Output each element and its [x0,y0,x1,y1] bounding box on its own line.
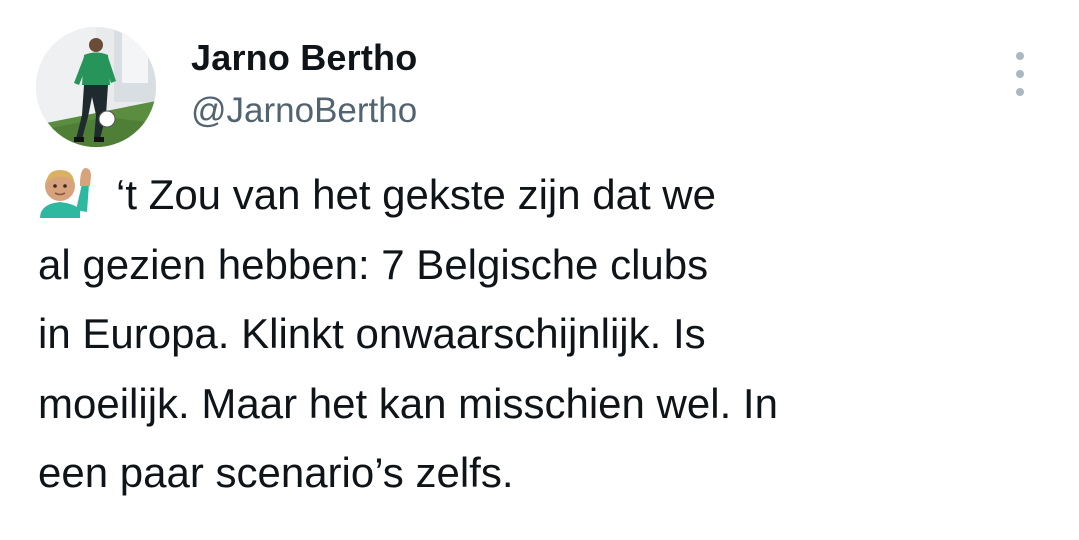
tweet-text-line-5: een paar scenario’s zelfs. [38,449,514,496]
tweet: Jarno Bertho @JarnoBertho ‘t Zou van het… [0,0,1079,540]
tweet-text-line-1: ‘t Zou van het gekste zijn dat we [38,160,1058,230]
tweet-text-line-1-text: ‘t Zou van het gekste zijn dat we [116,171,716,218]
more-dot [1016,52,1024,60]
more-dot [1016,70,1024,78]
tweet-text-line-3: in Europa. Klinkt onwaarschijnlijk. Is [38,310,706,357]
more-options-icon[interactable] [1004,52,1036,96]
more-dot [1016,88,1024,96]
man-raising-hand-icon [40,168,91,218]
tweet-text-line-4: moeilijk. Maar het kan misschien wel. In [38,379,778,427]
tweet-text-line-2: al gezien hebben: 7 Belgische clubs [38,240,709,288]
tweet-text: ‘t Zou van het gekste zijn dat we al gez… [38,160,1058,508]
author-handle[interactable]: @JarnoBertho [191,88,417,134]
avatar[interactable] [36,27,156,147]
author-name[interactable]: Jarno Bertho [191,34,417,82]
